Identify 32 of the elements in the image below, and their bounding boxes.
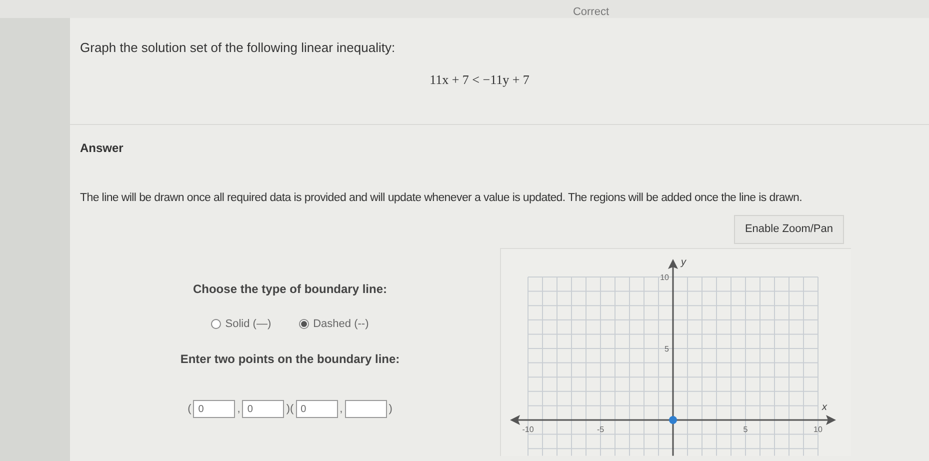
answer-heading: Answer (80, 140, 124, 157)
y-tick-label: 5 (664, 344, 669, 354)
zoom-pan-button[interactable]: Enable Zoom/Pan (734, 215, 844, 244)
x-tick-label: 10 (814, 424, 822, 434)
parenthesis: ) (286, 402, 290, 417)
line-type-radio[interactable]: Dashed (--) (299, 316, 369, 332)
x-tick-label: -10 (522, 424, 534, 434)
y-tick-label: 10 (660, 272, 669, 282)
line-type-prompt: Choose the type of boundary line: (192, 280, 387, 298)
x-tick-label: -5 (596, 424, 604, 434)
radio-button[interactable] (211, 319, 222, 329)
instruction-text: The line will be drawn once all required data is provided and will update whenever a value is updated. The regions will be added once the line is drawn. (80, 191, 803, 206)
parenthesis: ( (290, 402, 294, 417)
line-type-radio[interactable]: Solid (—) (211, 316, 272, 332)
comma: , (340, 402, 343, 417)
points-prompt: Enter two points on the boundary line: (180, 351, 400, 368)
status-text: Correct (572, 7, 609, 18)
x-axis-label: x (822, 402, 827, 413)
parenthesis: ) (388, 402, 392, 417)
x-tick-label: 5 (743, 424, 748, 434)
coordinate-input[interactable]: 0 (296, 400, 338, 418)
inequality: 11x + 7 < −11y + 7 (428, 70, 530, 89)
parenthesis: ( (188, 402, 192, 417)
comma: , (237, 402, 240, 417)
coordinate-input[interactable]: 0 (193, 400, 236, 418)
radio-button[interactable] (299, 319, 310, 329)
question-prompt: Graph the solution set of the following linear inequality: (80, 39, 396, 57)
coordinate-input[interactable] (344, 400, 387, 418)
coordinate-graph[interactable]: x y -10 -5 5 10 5 10 (501, 248, 851, 456)
plotted-point[interactable] (669, 416, 677, 424)
y-axis-label: y (681, 256, 686, 268)
coordinate-input[interactable]: 0 (242, 400, 284, 418)
